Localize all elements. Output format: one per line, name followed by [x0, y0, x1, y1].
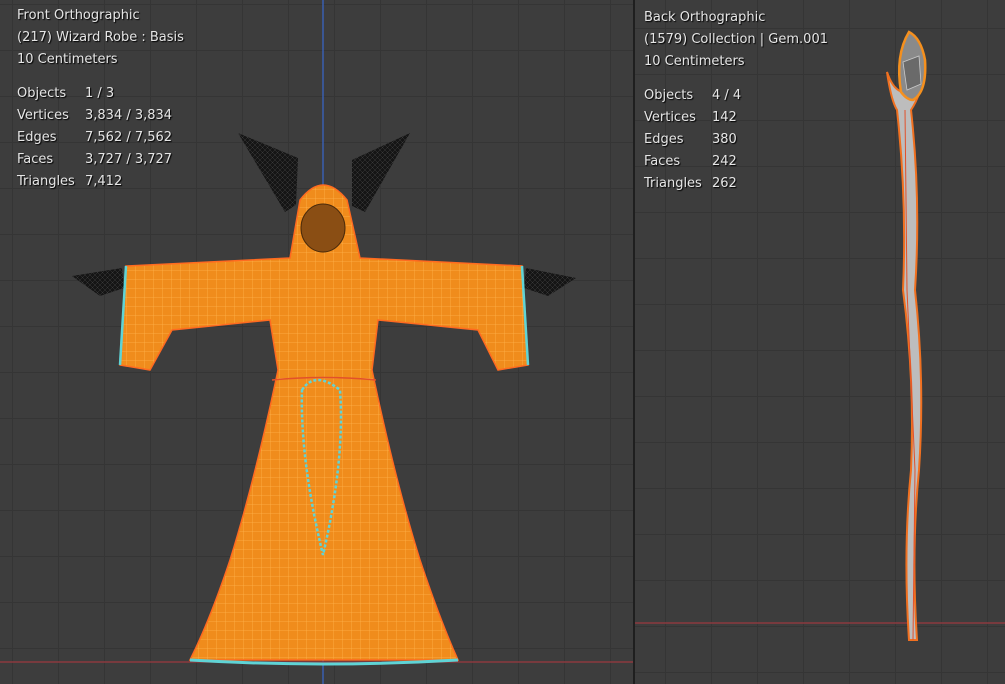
left-ear — [238, 133, 298, 212]
stat-label: Triangles — [17, 174, 75, 189]
right-hand — [524, 268, 576, 296]
robe-mesh — [119, 184, 529, 661]
stat-label: Objects — [644, 88, 694, 103]
stat-label: Vertices — [644, 110, 696, 125]
stat-value: 4 / 4 — [712, 88, 742, 103]
left-hand — [72, 268, 124, 296]
stat-label: Edges — [17, 130, 57, 145]
stat-row-faces: Faces 3,727 / 3,727 — [17, 149, 184, 171]
stat-row-objects: Objects 1 / 3 — [17, 83, 184, 105]
front-orthographic-viewport[interactable]: Front Orthographic (217) Wizard Robe : B… — [0, 0, 633, 684]
stat-value: 1 / 3 — [85, 86, 115, 101]
stat-label: Objects — [17, 86, 67, 101]
back-orthographic-viewport[interactable]: Back Orthographic (1579) Collection | Ge… — [635, 0, 1005, 684]
viewport-info-overlay: Front Orthographic (217) Wizard Robe : B… — [17, 5, 184, 193]
stat-value: 7,412 — [85, 174, 123, 189]
active-object-info: (1579) Collection | Gem.001 — [644, 32, 828, 47]
stat-label: Triangles — [644, 176, 702, 191]
stat-row-vertices: Vertices 3,834 / 3,834 — [17, 105, 184, 127]
stat-value: 7,562 / 7,562 — [85, 130, 173, 145]
statistics-panel: Objects 1 / 3 Vertices 3,834 / 3,834 Edg… — [17, 83, 184, 193]
stat-value: 3,727 / 3,727 — [85, 152, 173, 167]
stat-row-vertices: Vertices 142 — [644, 107, 828, 129]
statistics-panel: Objects 4 / 4 Vertices 142 Edges 380 Fac… — [644, 85, 828, 195]
stat-row-triangles: Triangles 262 — [644, 173, 828, 195]
stat-row-edges: Edges 7,562 / 7,562 — [17, 127, 184, 149]
stat-label: Faces — [644, 154, 681, 169]
stat-value: 242 — [712, 154, 737, 169]
stat-row-edges: Edges 380 — [644, 129, 828, 151]
stat-row-objects: Objects 4 / 4 — [644, 85, 828, 107]
stat-value: 142 — [712, 110, 737, 125]
hood-face — [300, 203, 346, 253]
view-name: Front Orthographic — [17, 8, 140, 23]
grid-scale: 10 Centimeters — [17, 52, 118, 67]
view-name: Back Orthographic — [644, 10, 766, 25]
stat-value: 262 — [712, 176, 737, 191]
stat-value: 380 — [712, 132, 737, 147]
active-object-info: (217) Wizard Robe : Basis — [17, 30, 184, 45]
grid-scale: 10 Centimeters — [644, 54, 745, 69]
stat-value: 3,834 / 3,834 — [85, 108, 173, 123]
stat-label: Edges — [644, 132, 684, 147]
right-ear — [352, 133, 410, 212]
stat-row-triangles: Triangles 7,412 — [17, 171, 184, 193]
viewport-info-overlay: Back Orthographic (1579) Collection | Ge… — [644, 7, 828, 195]
stat-label: Vertices — [17, 108, 69, 123]
stat-row-faces: Faces 242 — [644, 151, 828, 173]
stat-label: Faces — [17, 152, 54, 167]
